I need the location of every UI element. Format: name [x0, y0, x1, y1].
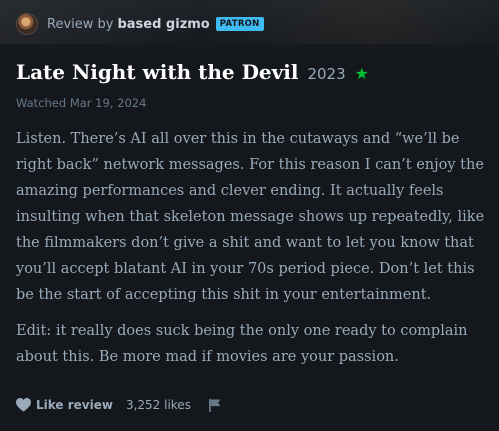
review-paragraph: Edit: it really does suck being the only…	[16, 323, 468, 365]
film-title-row: Late Night with the Devil 2023 ★	[16, 60, 369, 84]
watched-date: Watched Mar 19, 2024	[16, 96, 147, 110]
likes-count[interactable]: 3,252 likes	[126, 398, 191, 412]
film-title-link[interactable]: Late Night with the Devil	[16, 60, 298, 84]
review-header: Review by based gizmo PATRON	[16, 12, 264, 36]
heart-icon	[16, 398, 31, 412]
review-actions: Like review 3,252 likes	[16, 398, 222, 412]
flag-icon[interactable]	[208, 398, 222, 412]
review-body: Listen. There’s AI all over this in the …	[16, 126, 494, 380]
like-review-button[interactable]: Like review	[16, 398, 113, 412]
review-paragraph: Listen. There’s AI all over this in the …	[16, 131, 485, 303]
patron-badge: PATRON	[215, 17, 264, 31]
review-card: Review by based gizmo PATRON Late Night w…	[0, 0, 499, 431]
film-year-link[interactable]: 2023	[307, 65, 345, 83]
author-link[interactable]: based gizmo	[117, 17, 209, 32]
like-review-label: Like review	[36, 398, 113, 412]
byline-prefix: Review by	[47, 16, 114, 32]
star-icon: ★	[354, 64, 369, 83]
review-byline: Review by based gizmo	[47, 17, 210, 32]
avatar[interactable]	[16, 13, 38, 35]
